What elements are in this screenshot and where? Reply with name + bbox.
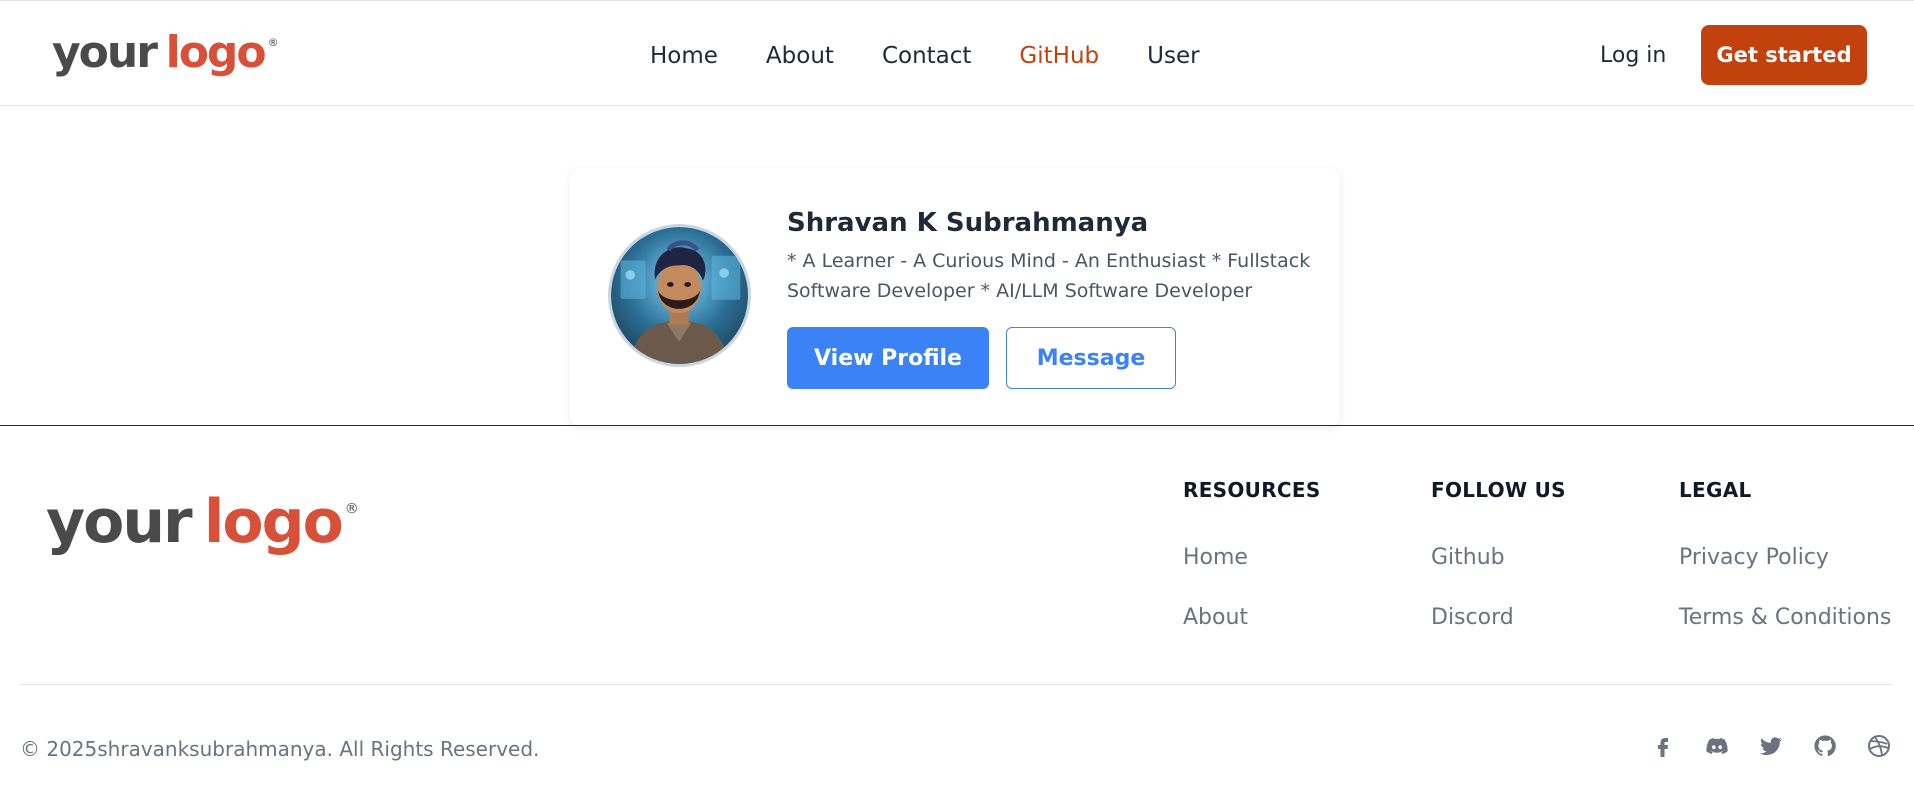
footer-column-legal: LEGAL Privacy Policy Terms & Conditions <box>1679 478 1891 633</box>
dribbble-icon[interactable] <box>1866 733 1892 759</box>
site-header: your logo ® Home About Contact GitHub Us… <box>0 0 1914 106</box>
profile-name: Shravan K Subrahmanya <box>787 208 1149 238</box>
discord-icon[interactable] <box>1704 733 1730 759</box>
footer-column-title: LEGAL <box>1679 478 1752 502</box>
get-started-button[interactable]: Get started <box>1701 25 1867 85</box>
nav-home[interactable]: Home <box>650 41 718 71</box>
footer-link-home[interactable]: Home <box>1183 543 1321 573</box>
main-nav: Home About Contact GitHub User <box>650 41 1248 71</box>
logo-word-your: your <box>52 27 158 78</box>
header-logo[interactable]: your logo ® <box>52 31 279 75</box>
avatar-illustration <box>611 227 748 364</box>
footer-link-terms[interactable]: Terms & Conditions <box>1679 603 1891 633</box>
copyright-text: © 2025shravanksubrahmanya. All Rights Re… <box>20 737 540 761</box>
footer-top-border <box>0 425 1914 426</box>
footer-link-discord[interactable]: Discord <box>1431 603 1566 633</box>
login-link[interactable]: Log in <box>1600 41 1666 71</box>
nav-user[interactable]: User <box>1147 41 1199 71</box>
facebook-icon[interactable] <box>1650 733 1676 759</box>
avatar <box>608 224 751 367</box>
nav-about[interactable]: About <box>766 41 834 71</box>
logo-word-your: your <box>46 487 193 557</box>
footer-column-title: FOLLOW US <box>1431 478 1566 502</box>
view-profile-button[interactable]: View Profile <box>787 327 989 389</box>
logo-registered-mark: ® <box>267 36 279 49</box>
footer-link-about[interactable]: About <box>1183 603 1321 633</box>
footer-link-privacy-policy[interactable]: Privacy Policy <box>1679 543 1891 573</box>
social-links <box>1650 733 1892 759</box>
profile-bio: * A Learner - A Curious Mind - An Enthus… <box>787 250 1311 302</box>
footer-logo[interactable]: your logo ® <box>46 492 359 552</box>
message-button[interactable]: Message <box>1006 327 1176 389</box>
profile-card: Shravan K Subrahmanya * A Learner - A Cu… <box>570 168 1340 426</box>
nav-github[interactable]: GitHub <box>1019 41 1099 71</box>
footer-column-title: RESOURCES <box>1183 478 1321 502</box>
footer-column-resources: RESOURCES Home About <box>1183 478 1321 633</box>
logo-word-logo: logo <box>165 27 267 78</box>
nav-contact[interactable]: Contact <box>882 41 971 71</box>
footer-link-github[interactable]: Github <box>1431 543 1566 573</box>
twitter-icon[interactable] <box>1758 733 1784 759</box>
github-icon[interactable] <box>1812 733 1838 759</box>
footer-column-follow-us: FOLLOW US Github Discord <box>1431 478 1566 633</box>
footer-divider <box>20 684 1892 685</box>
logo-registered-mark: ® <box>344 501 359 517</box>
logo-word-logo: logo <box>203 487 344 557</box>
